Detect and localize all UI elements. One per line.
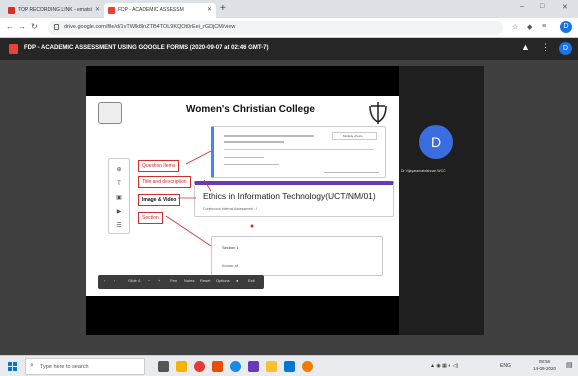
form-description: Continuous Internal Assessment - I — [203, 207, 258, 211]
tab-label: FDP - ACADEMIC ASSESSM — [118, 7, 184, 13]
form-header-card: Ethics in Information Technology(UCT/NM/… — [194, 181, 394, 217]
video-viewer: Women's Christian College Multiple choic… — [0, 60, 578, 355]
next-slide-button[interactable]: › — [114, 278, 115, 283]
new-tab-button[interactable]: + — [220, 4, 226, 14]
record-icon[interactable]: ● — [236, 278, 238, 283]
slide-number: Slide 4 — [128, 278, 141, 283]
callout-title-description: Title and description — [138, 176, 191, 188]
maximize-button[interactable]: □ — [540, 3, 544, 10]
tab-favicon-icon — [108, 7, 115, 14]
form-side-toolbar: ⊕ T ▣ ▶ ☰ — [108, 158, 130, 234]
presentation-toolbar: ‹ › Slide 4 − + Pen Notes Reset Options … — [98, 275, 264, 289]
video-icon[interactable]: ▶ — [115, 209, 123, 215]
browser-tab-strip: TOP RECORDING LINK - ematsi ✕ FDP - ACAD… — [0, 0, 578, 18]
exit-button[interactable]: Exit — [248, 278, 255, 283]
participant-name: Dr Vijayaramakrishnan WCC — [401, 169, 446, 173]
windows-start-icon[interactable] — [8, 362, 17, 371]
folder-icon[interactable] — [266, 361, 277, 372]
section-card: Section 1 Answer all — [211, 236, 383, 276]
slide-title: Women's Christian College — [186, 104, 315, 115]
url-text: drive.google.com/file/d/1vTWlk8lnZTB4TOL… — [64, 24, 236, 30]
search-placeholder: Type here to search — [40, 364, 89, 370]
opera-icon[interactable] — [194, 361, 205, 372]
lock-icon — [54, 24, 59, 30]
firefox-icon[interactable] — [302, 361, 313, 372]
tray-icons[interactable]: ▲ ◉ ▦ ◐ ◁) — [430, 363, 458, 369]
reload-icon[interactable]: ↻ — [31, 22, 38, 31]
zoom-out-button[interactable]: − — [148, 278, 150, 283]
callout-question-items: Question items — [138, 160, 180, 172]
image-icon[interactable]: ▣ — [115, 195, 123, 201]
tab-close-icon[interactable]: ✕ — [95, 6, 100, 13]
file-title: FDP - ACADEMIC ASSESSMENT USING GOOGLE F… — [24, 45, 269, 51]
options-button[interactable]: Options — [216, 278, 230, 283]
callout-image-video: Image & Video — [138, 194, 181, 206]
participant-avatar: D — [419, 125, 453, 159]
college-emblem-logo — [369, 102, 387, 124]
minimize-button[interactable]: – — [520, 3, 524, 10]
chrome-icon[interactable] — [230, 361, 241, 372]
taskbar-search-input[interactable]: ⌕ Type here to search — [25, 358, 145, 375]
address-bar-row: ← → ↻ drive.google.com/file/d/1vTWlk8lnZ… — [0, 18, 578, 38]
section-title: Section 1 — [222, 245, 239, 250]
presentation-slide: Women's Christian College Multiple choic… — [86, 96, 399, 296]
taskbar-clock[interactable]: 08:56 14-09-2020 — [533, 358, 556, 372]
profile-avatar[interactable]: D — [560, 21, 572, 33]
star-icon[interactable]: ☆ — [512, 23, 518, 31]
menu-icon[interactable]: ≡ — [542, 23, 546, 30]
search-icon: ⌕ — [30, 362, 34, 369]
clock-date: 14-09-2020 — [533, 366, 557, 371]
forward-icon[interactable]: → — [18, 22, 26, 31]
more-icon[interactable]: ⋮ — [541, 42, 550, 53]
drive-icon[interactable]: ▲ — [521, 42, 530, 52]
browser-tab[interactable]: TOP RECORDING LINK - ematsi ✕ — [4, 3, 104, 18]
windows-taskbar: ⌕ Type here to search ▲ ◉ ▦ ◐ ◁) ENG 08:… — [0, 355, 578, 376]
question-type-dropdown[interactable]: Multiple choice — [332, 132, 377, 140]
extension-icon[interactable]: ◆ — [527, 23, 532, 31]
pen-button[interactable]: Pen — [170, 278, 177, 283]
language-indicator[interactable]: ENG — [500, 363, 511, 369]
tab-favicon-icon — [8, 7, 15, 14]
participant-panel: D Dr Vijayaramakrishnan WCC — [399, 66, 484, 335]
back-icon[interactable]: ← — [6, 22, 14, 31]
video-file-icon — [9, 44, 18, 54]
account-avatar[interactable]: D — [559, 42, 572, 55]
zoom-in-button[interactable]: + — [158, 278, 160, 283]
reset-button[interactable]: Reset — [200, 278, 210, 283]
notes-button[interactable]: Notes — [184, 278, 194, 283]
title-icon[interactable]: T — [115, 181, 123, 187]
video-player[interactable]: Women's Christian College Multiple choic… — [86, 66, 484, 335]
task-view-icon[interactable] — [158, 361, 169, 372]
question-card: Multiple choice — [211, 126, 386, 178]
question-type-value: Multiple choice — [343, 134, 363, 138]
url-field[interactable]: drive.google.com/file/d/1vTWlk8lnZTB4TOL… — [48, 21, 503, 35]
section-description: Answer all — [222, 264, 239, 268]
office-icon[interactable] — [212, 361, 223, 372]
clock-time: 08:56 — [538, 359, 551, 364]
prev-slide-button[interactable]: ‹ — [104, 278, 105, 283]
browser-tab-active[interactable]: FDP - ACADEMIC ASSESSM ✕ — [104, 3, 216, 18]
tab-label: TOP RECORDING LINK - ematsi — [18, 7, 92, 13]
tab-close-icon[interactable]: ✕ — [207, 6, 212, 13]
file-explorer-icon[interactable] — [176, 361, 187, 372]
drive-viewer-bar: FDP - ACADEMIC ASSESSMENT USING GOOGLE F… — [0, 38, 578, 60]
section-icon[interactable]: ☰ — [115, 223, 123, 229]
college-crest-logo — [98, 102, 122, 124]
add-question-icon[interactable]: ⊕ — [115, 167, 123, 173]
callout-section: Section — [138, 212, 163, 224]
notification-icon[interactable]: ▤ — [566, 361, 573, 369]
store-icon[interactable] — [284, 361, 295, 372]
slack-icon[interactable] — [248, 361, 259, 372]
form-title: Ethics in Information Technology(UCT/NM/… — [203, 191, 376, 201]
close-window-button[interactable]: ✕ — [562, 3, 568, 11]
